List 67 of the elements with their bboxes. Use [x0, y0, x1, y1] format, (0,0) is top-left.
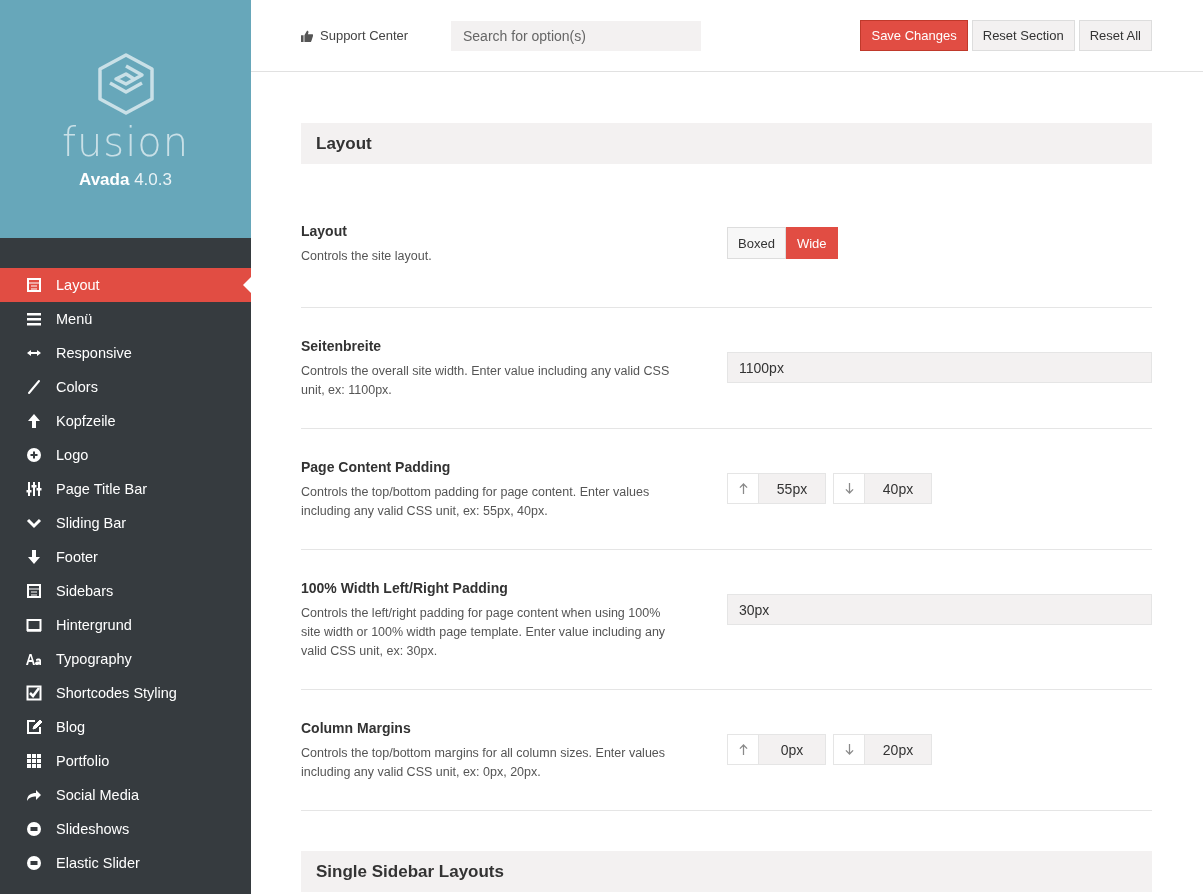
- monitor-icon: [26, 617, 42, 633]
- sidebar-item[interactable]: Colors: [0, 370, 251, 404]
- setting-description: Controls the top/bottom margins for all column sizes. Enter values including any valid CSS unit, ex: 0px, 20px.: [301, 745, 667, 781]
- spacing-field[interactable]: 0px: [727, 734, 826, 765]
- sidebar-item[interactable]: Menü: [0, 302, 251, 336]
- up-arrow-icon: [738, 483, 748, 494]
- setting-description: Controls the site layout.: [301, 248, 433, 265]
- setting-title: Page Content Padding: [301, 459, 452, 475]
- setting-title: Column Margins: [301, 720, 412, 736]
- spacing-field[interactable]: 55px: [727, 473, 826, 504]
- minus-circle-icon: [26, 821, 42, 837]
- support-link[interactable]: Support Center: [301, 28, 451, 43]
- down-arrow-icon: [26, 549, 42, 565]
- sidebar-item[interactable]: Logo: [0, 438, 251, 472]
- edit-icon: [26, 719, 42, 735]
- minus-circle-icon: [26, 855, 42, 871]
- text-field[interactable]: 30px: [727, 594, 1152, 625]
- sidebar-item[interactable]: Kopfzeile: [0, 404, 251, 438]
- sidebar-item[interactable]: Page Title Bar: [0, 472, 251, 506]
- reset-button[interactable]: Reset All: [1078, 20, 1152, 51]
- sliders-icon: [26, 481, 42, 497]
- checkbox-icon: [26, 685, 42, 701]
- sidebar-item[interactable]: Typography: [0, 642, 251, 676]
- sidebar-item[interactable]: Layout: [0, 268, 251, 302]
- text-field[interactable]: 1100px: [727, 352, 1152, 383]
- sidebar-item[interactable]: Hintergrund: [0, 608, 251, 642]
- sidebar-item[interactable]: Social Media: [0, 778, 251, 812]
- hexagon-logo-icon: [95, 52, 156, 116]
- section-header: Layout: [301, 123, 1152, 164]
- spacing-field[interactable]: 40px: [833, 473, 932, 504]
- setting-description: Controls the overall site width. Enter value including any valid CSS unit, ex: 1100px.: [301, 363, 671, 399]
- sidebar-item[interactable]: Sliding Bar: [0, 506, 251, 540]
- sidebar-item[interactable]: Shortcodes Styling: [0, 676, 251, 710]
- plus-circle-icon: [26, 447, 42, 463]
- up-arrow-icon: [738, 744, 748, 755]
- thumbs-up-icon: [301, 29, 313, 42]
- layout-grid-icon: [26, 583, 42, 599]
- brush-icon: [26, 379, 42, 395]
- setting-title: Layout: [301, 223, 348, 239]
- save-button[interactable]: Save Changes: [860, 20, 968, 51]
- spacing-field[interactable]: 20px: [833, 734, 932, 765]
- sidebar-item[interactable]: Slideshows: [0, 812, 251, 846]
- share-arrow-icon: [26, 787, 42, 803]
- version-label: Avada 4.0.3: [79, 170, 172, 190]
- sidebar-item[interactable]: Elastic Slider: [0, 846, 251, 880]
- down-arrow-icon: [844, 483, 854, 494]
- search-field[interactable]: Search for option(s): [451, 20, 701, 51]
- font-icon: [26, 651, 42, 667]
- menu-icon: [26, 311, 42, 327]
- setting-title: Seitenbreite: [301, 338, 383, 354]
- reset-button[interactable]: Reset Section: [971, 20, 1075, 51]
- logo-wordmark: fusion: [61, 122, 190, 162]
- up-arrow-icon: [26, 413, 42, 429]
- setting-description: Controls the top/bottom padding for page content. Enter values including any valid CSS unit, ex: 55px, 40px.: [301, 484, 651, 520]
- grid-icon: [26, 753, 42, 769]
- layout-option-button[interactable]: Wide: [785, 227, 838, 259]
- section-header: Single Sidebar Layouts: [301, 851, 1152, 892]
- setting-title: 100% Width Left/Right Padding: [301, 580, 509, 596]
- sidebar-item[interactable]: Blog: [0, 710, 251, 744]
- down-arrow-icon: [844, 744, 854, 755]
- setting-description: Controls the left/right padding for page content when using 100% site width or 100% width page template. Enter value including any valid CSS unit, ex: 30px.: [301, 605, 667, 660]
- layout-option-button[interactable]: Boxed: [727, 227, 786, 259]
- sidebar-item[interactable]: Responsive: [0, 336, 251, 370]
- sidebar-item[interactable]: Portfolio: [0, 744, 251, 778]
- layout-grid-icon: [26, 277, 42, 293]
- sidebar-item[interactable]: Footer: [0, 540, 251, 574]
- sidebar-item[interactable]: Sidebars: [0, 574, 251, 608]
